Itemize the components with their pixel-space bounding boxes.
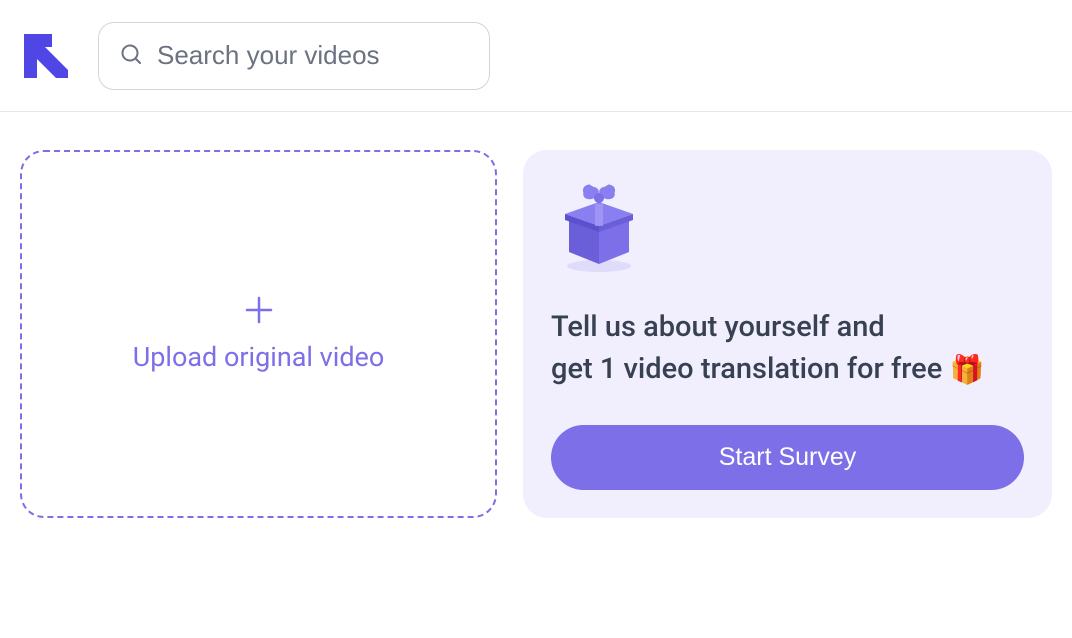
survey-text: Tell us about yourself and get 1 video t… <box>551 306 1024 391</box>
gift-box-icon <box>551 178 647 274</box>
upload-label: Upload original video <box>133 341 385 373</box>
survey-card: Tell us about yourself and get 1 video t… <box>523 150 1052 518</box>
survey-line-2: get 1 video translation for free <box>551 352 942 386</box>
upload-video-card[interactable]: Upload original video <box>20 150 497 518</box>
survey-line-1: Tell us about yourself and <box>551 310 885 344</box>
header <box>0 0 1072 112</box>
search-input[interactable] <box>157 40 469 71</box>
plus-icon <box>244 295 274 329</box>
start-survey-button[interactable]: Start Survey <box>551 425 1024 490</box>
search-icon <box>119 42 143 70</box>
app-logo[interactable] <box>24 34 68 78</box>
gift-emoji-icon: 🎁 <box>949 353 984 386</box>
main-content: Upload original video <box>0 112 1072 538</box>
search-box[interactable] <box>98 22 490 90</box>
